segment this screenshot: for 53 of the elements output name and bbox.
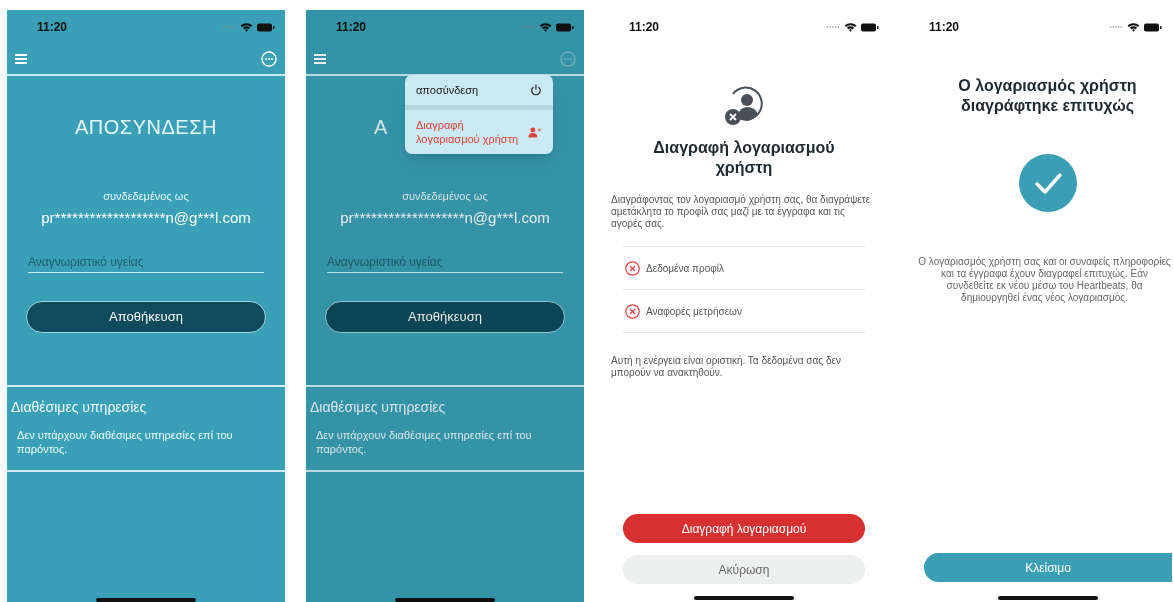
status-time: 11:20	[336, 19, 367, 36]
check-icon	[1018, 154, 1077, 212]
page-title: Διαγραφή λογαριασμού χρήστη	[652, 138, 836, 178]
data-item: Αναφορές μετρήσεων	[646, 304, 742, 319]
account-email: pr*******************n@g***l.com	[41, 207, 251, 228]
cross-icon	[625, 260, 640, 276]
menu-item[interactable]: Διαγραφή λογαριασμού χρήστη	[405, 105, 553, 154]
wifi-icon	[539, 22, 552, 32]
section-title: Διαθέσιμες υπηρεσίες	[310, 398, 447, 417]
signal-icon	[521, 25, 535, 29]
health-id-field[interactable]: Αναγνωριστικό υγείας	[28, 253, 264, 273]
logged-in-label: συνδεδεμένος ως	[402, 189, 488, 204]
battery-icon	[1144, 22, 1162, 32]
save-button[interactable]: Αποθήκευση	[26, 301, 266, 333]
menu-icon[interactable]	[15, 54, 27, 64]
page-title: Ο λογαριασμός χρήστη διαγράφτηκε επιτυχώς	[957, 76, 1138, 116]
cancel-button[interactable]: Ακύρωση	[623, 555, 865, 584]
wifi-icon	[240, 22, 253, 32]
delete-account-button[interactable]: Διαγραφή λογαριασμού	[623, 514, 865, 543]
close-button[interactable]: Κλείσιμο	[924, 553, 1172, 582]
remove-user-icon	[528, 126, 542, 138]
page-title: Α	[374, 115, 388, 140]
battery-icon	[556, 22, 574, 32]
battery-icon	[257, 22, 275, 32]
page-title: ΑΠΟΣΥΝΔΕΣΗ	[75, 115, 217, 140]
status-time: 11:20	[929, 19, 960, 36]
services-message: Δεν υπάρχουν διαθέσιμες υπηρεσίες επί του παρόντος.	[17, 428, 234, 456]
more-icon[interactable]	[261, 51, 277, 67]
health-id-field[interactable]: Αναγνωριστικό υγείας	[327, 253, 563, 273]
success-message: Ο λογαριασμός χρήστη σας και οι συναφείς πληροφορίες και τα έγγραφα έχουν διαγραφεί επιτυχώς. Εάν συνδεθείτε εκ νέου μέσω του Heartbeats, θα δημιουργηθεί ένας νέος λογαριασμός.	[917, 256, 1172, 304]
signal-icon	[826, 25, 840, 29]
wifi-icon	[1127, 22, 1140, 32]
menu-item-label: Διαγραφή λογαριασμού χρήστη	[416, 118, 520, 146]
power-icon	[530, 84, 542, 96]
cross-icon	[625, 303, 640, 319]
remove-user-icon	[723, 84, 765, 126]
logged-in-label: συνδεδεμένος ως	[103, 189, 189, 204]
data-item: Δεδομένα προφίλ	[646, 261, 724, 276]
services-message: Δεν υπάρχουν διαθέσιμες υπηρεσίες επί του παρόντος.	[316, 428, 533, 456]
section-title: Διαθέσιμες υπηρεσίες	[11, 398, 148, 417]
menu-icon[interactable]	[314, 54, 326, 64]
battery-icon	[861, 22, 879, 32]
signal-icon	[222, 25, 236, 29]
account-email: pr*******************n@g***l.com	[340, 207, 550, 228]
warning-text: Αυτή η ενέργεια είναι οριστική. Τα δεδομένα σας δεν μπορούν να ανακτηθούν.	[611, 355, 842, 379]
menu-item-label: αποσύνδεση	[416, 83, 480, 97]
menu-item[interactable]: αποσύνδεση	[405, 75, 553, 105]
status-time: 11:20	[629, 19, 660, 36]
wifi-icon	[844, 22, 857, 32]
description: Διαγράφοντας τον λογαριασμό χρήστη σας, θα διαγράψετε αμετάκλητα το προφίλ σας μαζί με τα έγγραφα και τις αγορές σας.	[611, 194, 872, 230]
signal-icon	[1109, 25, 1123, 29]
status-time: 11:20	[37, 19, 68, 36]
save-button[interactable]: Αποθήκευση	[325, 301, 565, 333]
